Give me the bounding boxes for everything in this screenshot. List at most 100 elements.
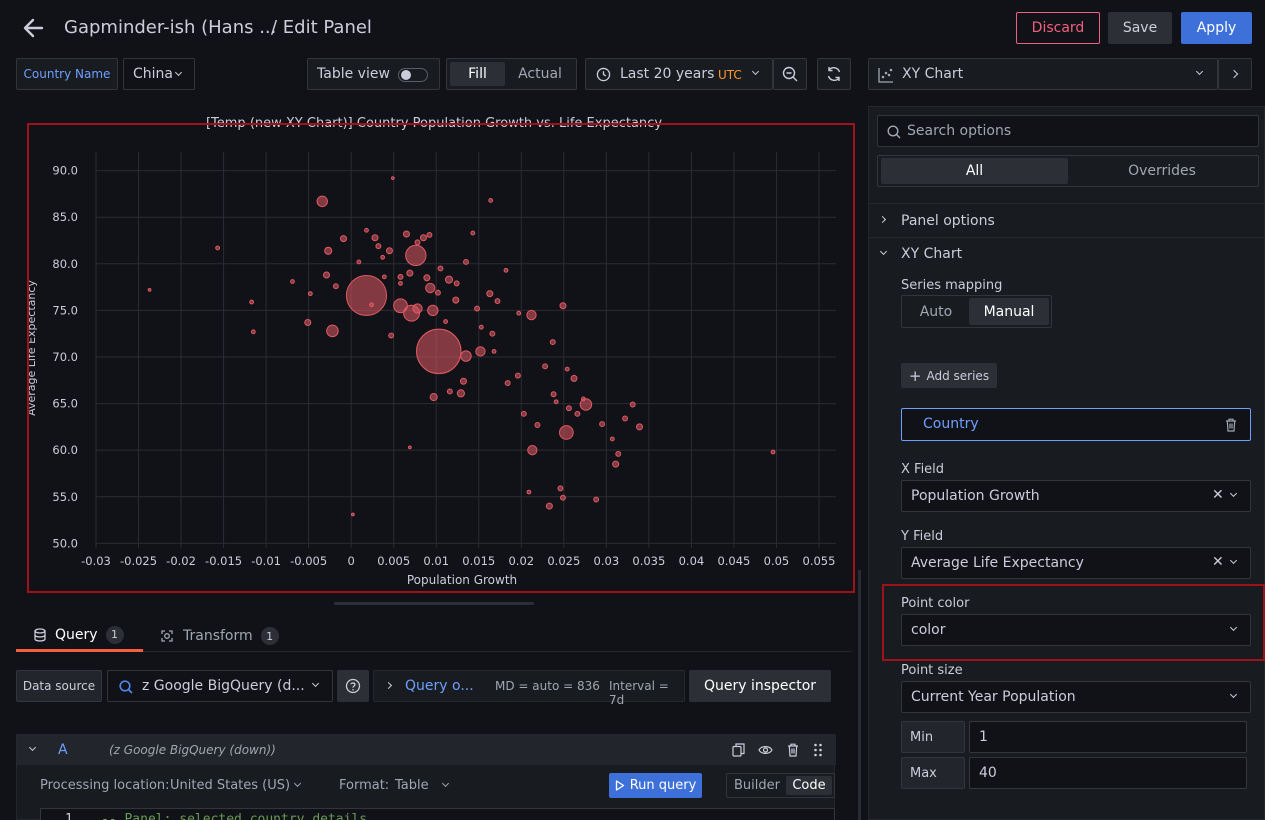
point-size-select[interactable]: Current Year Population bbox=[901, 681, 1251, 713]
format-value[interactable]: Table bbox=[395, 778, 429, 793]
x-field-label: X Field bbox=[901, 462, 945, 477]
max-value: 40 bbox=[979, 765, 997, 781]
header-bar: Gapminder-ish (Hans ... / Edit Panel Dis… bbox=[0, 0, 1265, 56]
point-color-label: Point color bbox=[901, 596, 970, 611]
time-range-value: Last 20 years bbox=[620, 66, 715, 82]
chevron-down-icon bbox=[174, 68, 183, 77]
tab-query[interactable]: Query 1 bbox=[16, 620, 143, 652]
query-row: A (z Google BigQuery (down)) Processing … bbox=[16, 734, 836, 820]
manual-button[interactable]: Manual bbox=[969, 298, 1049, 325]
chevron-down-icon[interactable] bbox=[28, 743, 37, 752]
trash-icon[interactable] bbox=[787, 743, 799, 757]
zoom-out-icon bbox=[782, 66, 798, 82]
min-value: 1 bbox=[979, 729, 988, 745]
search-icon bbox=[887, 125, 901, 139]
toggle-switch[interactable] bbox=[398, 68, 428, 82]
query-row-header: A (z Google BigQuery (down)) bbox=[17, 735, 836, 765]
processing-location-label: Processing location: bbox=[40, 778, 170, 793]
code-button[interactable]: Code bbox=[786, 776, 832, 795]
series-item-country[interactable]: Country bbox=[901, 408, 1251, 441]
clear-icon[interactable]: ✕ bbox=[1212, 554, 1224, 570]
max-label: Max bbox=[901, 757, 965, 789]
y-field-value: Average Life Expectancy bbox=[911, 555, 1084, 571]
panel-options-section[interactable]: Panel options bbox=[869, 204, 1265, 236]
min-input[interactable]: 1 bbox=[969, 721, 1247, 753]
zoom-out-button[interactable] bbox=[773, 58, 807, 90]
tab-transform-label: Transform bbox=[183, 628, 253, 644]
data-source-select[interactable]: z Google BigQuery (d... bbox=[107, 670, 333, 702]
chevron-down-icon bbox=[1229, 489, 1238, 498]
run-query-button[interactable]: Run query bbox=[609, 773, 702, 798]
save-button[interactable]: Save bbox=[1108, 12, 1172, 44]
auto-button[interactable]: Auto bbox=[904, 298, 968, 325]
variable-value: China bbox=[133, 66, 173, 82]
collapse-options-button[interactable] bbox=[1218, 58, 1252, 90]
discard-button[interactable]: Discard bbox=[1016, 12, 1100, 44]
refresh-button[interactable] bbox=[817, 58, 851, 90]
query-options-row[interactable]: Query o... MD = auto = 836 Interval = 7d bbox=[373, 670, 685, 707]
variable-select[interactable]: China bbox=[123, 58, 195, 90]
add-series-button[interactable]: + Add series bbox=[901, 363, 997, 388]
xy-chart-section-label: XY Chart bbox=[901, 246, 963, 262]
builder-button[interactable]: Builder bbox=[729, 776, 785, 795]
search-options-placeholder: Search options bbox=[907, 123, 1012, 139]
fill-actual-group: Fill Actual bbox=[446, 58, 577, 90]
point-size-value: Current Year Population bbox=[911, 689, 1076, 705]
eye-icon[interactable] bbox=[758, 743, 773, 757]
max-data-points-info: MD = auto = 836 bbox=[495, 679, 600, 693]
tab-all[interactable]: All bbox=[881, 158, 1068, 184]
page-title: / Edit Panel bbox=[271, 17, 372, 38]
help-button[interactable] bbox=[337, 670, 369, 702]
visualization-name: XY Chart bbox=[902, 66, 964, 82]
apply-button[interactable]: Apply bbox=[1181, 12, 1252, 44]
query-options-label: Query o... bbox=[405, 678, 474, 694]
tab-transform[interactable]: Transform 1 bbox=[160, 620, 290, 652]
actual-button[interactable]: Actual bbox=[507, 62, 573, 86]
series-mapping-label: Series mapping bbox=[901, 278, 1003, 293]
tab-overrides[interactable]: Overrides bbox=[1068, 158, 1256, 184]
y-field-select[interactable]: Average Life Expectancy ✕ bbox=[901, 547, 1251, 579]
fill-button[interactable]: Fill bbox=[450, 62, 505, 86]
copy-icon[interactable] bbox=[732, 743, 745, 757]
search-options-field[interactable]: Search options bbox=[877, 115, 1259, 147]
options-tabs: All Overrides bbox=[877, 155, 1259, 187]
code-editor[interactable]: 1 -- Panel: selected country details bbox=[40, 808, 835, 820]
query-tabs: Query 1 Transform 1 bbox=[16, 620, 852, 652]
max-input[interactable]: 40 bbox=[969, 757, 1247, 789]
point-color-value: color bbox=[911, 622, 946, 638]
clear-icon[interactable]: ✕ bbox=[1212, 487, 1224, 503]
query-letter[interactable]: A bbox=[58, 742, 68, 758]
data-source-value: z Google BigQuery (d... bbox=[142, 678, 305, 694]
query-inspector-button[interactable]: Query inspector bbox=[689, 670, 831, 702]
xy-chart-section[interactable]: XY Chart bbox=[869, 238, 1265, 270]
point-color-select[interactable]: color bbox=[901, 614, 1251, 646]
y-field-label: Y Field bbox=[901, 529, 944, 544]
database-icon bbox=[34, 627, 46, 642]
point-size-label: Point size bbox=[901, 663, 963, 678]
processing-location-value[interactable]: United States (US) bbox=[170, 778, 290, 793]
builder-code-toggle: Builder Code bbox=[726, 773, 835, 798]
chevron-down-icon bbox=[1229, 556, 1238, 565]
highlight-box bbox=[27, 123, 855, 593]
table-view-toggle[interactable]: Table view bbox=[307, 58, 440, 90]
chevron-down-icon bbox=[879, 247, 888, 256]
xy-chart-icon bbox=[878, 68, 893, 83]
interval-info: Interval = 7d bbox=[609, 679, 669, 707]
min-label: Min bbox=[901, 721, 965, 753]
transform-icon bbox=[161, 630, 173, 642]
chevron-right-icon bbox=[1229, 69, 1239, 79]
arrow-left-icon[interactable] bbox=[22, 18, 44, 38]
trash-icon[interactable] bbox=[1225, 418, 1237, 432]
query-count-badge: 1 bbox=[105, 625, 124, 644]
dashboard-title[interactable]: Gapminder-ish (Hans ... bbox=[64, 17, 276, 38]
visualization-picker[interactable]: XY Chart bbox=[868, 58, 1218, 90]
x-field-select[interactable]: Population Growth ✕ bbox=[901, 480, 1251, 512]
panel-resize-handle[interactable] bbox=[334, 602, 534, 605]
panel-scrollbar[interactable] bbox=[858, 570, 861, 820]
drag-handle-icon[interactable] bbox=[813, 743, 823, 757]
series-name: Country bbox=[923, 416, 979, 432]
time-picker[interactable]: Last 20 years UTC bbox=[585, 58, 773, 90]
plus-icon: + bbox=[908, 366, 922, 385]
chevron-down-icon bbox=[751, 67, 760, 76]
panel-options-label: Panel options bbox=[901, 213, 995, 229]
